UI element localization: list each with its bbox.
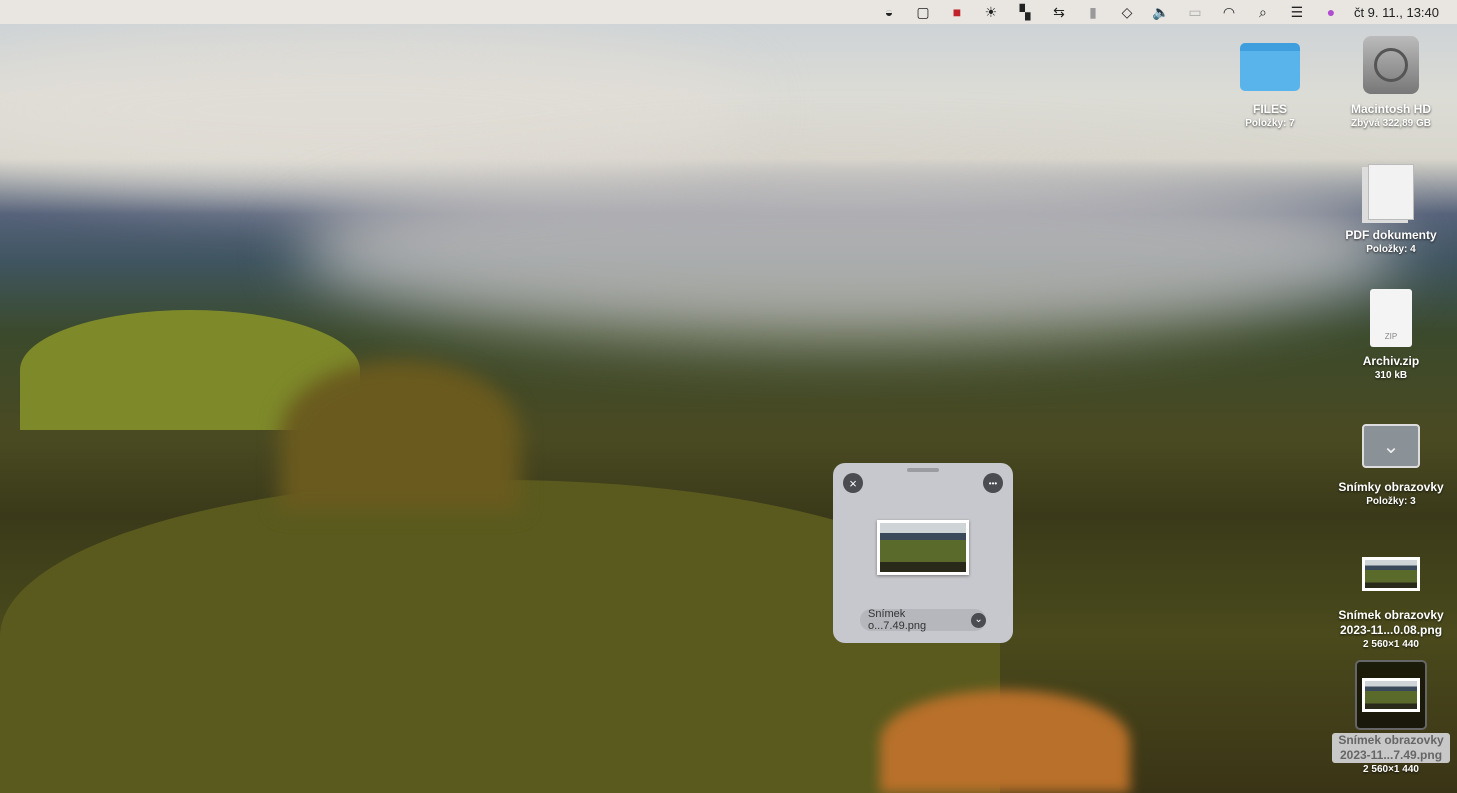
hard-drive-icon (1363, 34, 1419, 96)
screenshot-thumbnail[interactable] (877, 520, 969, 575)
drag-handle[interactable] (907, 468, 939, 472)
more-options-button[interactable]: ••• (983, 473, 1003, 493)
layout-icon[interactable]: ▚ (1008, 0, 1042, 24)
volume-icon[interactable]: 🔈 (1144, 0, 1178, 24)
dark-mode-icon[interactable]: ◒ (872, 0, 906, 24)
desktop-item-screenshot-2[interactable]: Snímek obrazovky 2023-11...7.49.png 2 56… (1331, 660, 1451, 776)
siri-icon[interactable]: ● (1314, 0, 1348, 24)
wifi-icon[interactable]: ◠ (1212, 0, 1246, 24)
search-icon[interactable]: ⌕ (1246, 0, 1280, 24)
sync-icon[interactable]: ⇆ (1042, 0, 1076, 24)
menu-bar: ◒ ▢ ■ ☀ ▚ ⇆ ▮ ◇ 🔈 ▭ ◠ ⌕ ☰ ● čt 9. 11., 1… (0, 0, 1457, 24)
desktop-item-macintosh-hd[interactable]: Macintosh HD Zbývá 322,89 GB (1331, 34, 1451, 130)
zip-icon: ZIP (1369, 288, 1413, 348)
control-center-icon[interactable]: ☰ (1280, 0, 1314, 24)
chevron-down-icon: ⌄ (971, 612, 986, 628)
desktop-item-screenshot-1[interactable]: Snímek obrazovky 2023-11...0.08.png 2 56… (1331, 546, 1451, 651)
desktop-item-archiv-zip[interactable]: ZIP Archiv.zip 310 kB (1331, 288, 1451, 382)
image-thumbnail-icon (1331, 546, 1451, 602)
close-button[interactable]: × (843, 473, 863, 493)
pdf-stack-icon (1363, 162, 1419, 222)
desktop-item-snimky-obrazovky[interactable]: ⌄ Snímky obrazovky Položky: 3 (1331, 418, 1451, 508)
filename-dropdown[interactable]: Snímek o...7.49.png ⌄ (860, 608, 986, 632)
menu-clock[interactable]: čt 9. 11., 13:40 (1354, 5, 1439, 20)
desktop-item-pdf-dokumenty[interactable]: PDF dokumenty Položky: 4 (1331, 162, 1451, 256)
app-icon[interactable]: ▢ (906, 0, 940, 24)
image-thumbnail-icon (1355, 660, 1427, 730)
folder-icon (1240, 38, 1300, 96)
screenshot-preview-panel: × ••• Snímek o...7.49.png ⌄ (833, 463, 1013, 643)
layers-icon[interactable]: ◇ (1110, 0, 1144, 24)
red-app-icon[interactable]: ■ (940, 0, 974, 24)
display-icon[interactable]: ▭ (1178, 0, 1212, 24)
brightness-icon[interactable]: ☀ (974, 0, 1008, 24)
screenshots-folder-icon: ⌄ (1361, 418, 1421, 474)
desktop-item-files[interactable]: FILES Položky: 7 (1210, 38, 1330, 130)
battery-icon[interactable]: ▮ (1076, 0, 1110, 24)
filename-label: Snímek o...7.49.png (868, 608, 927, 632)
